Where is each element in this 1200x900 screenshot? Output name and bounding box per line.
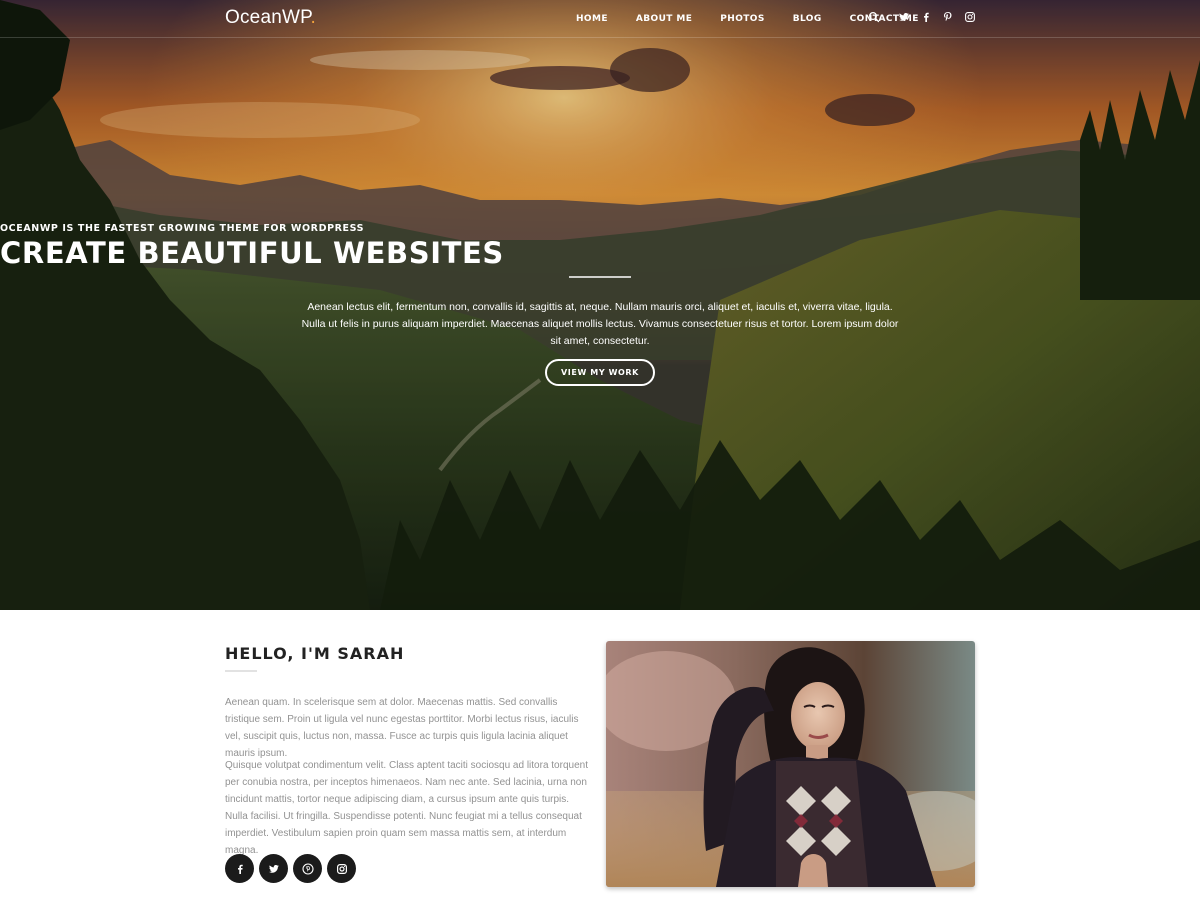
- twitter-icon[interactable]: [898, 11, 910, 23]
- portrait-image: [606, 641, 975, 887]
- view-my-work-button[interactable]: VIEW MY WORK: [545, 359, 655, 386]
- header-icon-group: [868, 11, 986, 23]
- top-navigation: OceanWP. HOME ABOUT ME PHOTOS BLOG CONTA…: [0, 0, 1200, 38]
- pinterest-icon[interactable]: [942, 11, 954, 23]
- site-logo[interactable]: OceanWP.: [225, 7, 316, 29]
- nav-home[interactable]: HOME: [576, 14, 608, 24]
- facebook-icon: [237, 864, 243, 874]
- twitter-icon: [268, 864, 279, 873]
- hero-section: OceanWP. HOME ABOUT ME PHOTOS BLOG CONTA…: [0, 0, 1200, 610]
- facebook-icon[interactable]: [920, 11, 932, 23]
- search-icon[interactable]: [868, 11, 880, 23]
- nav-photos[interactable]: PHOTOS: [720, 14, 764, 24]
- instagram-button[interactable]: [327, 854, 356, 883]
- hero-description: Aenean lectus elit, fermentum non, conva…: [301, 301, 899, 347]
- logo-text: OceanWP: [225, 7, 311, 28]
- facebook-button[interactable]: [225, 854, 254, 883]
- about-paragraph-2: Quisque volutpat condimentum velit. Clas…: [225, 760, 588, 856]
- instagram-icon[interactable]: [964, 11, 976, 23]
- twitter-button[interactable]: [259, 854, 288, 883]
- about-social-links: [225, 854, 361, 883]
- pinterest-icon: [301, 862, 314, 875]
- hero-title: CREATE BEAUTIFUL WEBSITES: [0, 236, 504, 270]
- nav-about-me[interactable]: ABOUT ME: [636, 14, 692, 24]
- about-title: HELLO, I'M SARAH: [225, 644, 405, 663]
- pinterest-button[interactable]: [293, 854, 322, 883]
- about-divider: [225, 670, 257, 672]
- portrait-photo: [606, 641, 975, 887]
- instagram-icon: [336, 863, 347, 874]
- logo-dot: .: [310, 7, 317, 28]
- nav-blog[interactable]: BLOG: [793, 14, 822, 24]
- hero-divider: [569, 276, 631, 278]
- hero-kicker: OCEANWP IS THE FASTEST GROWING THEME FOR…: [0, 223, 365, 234]
- about-paragraph-1: Aenean quam. In scelerisque sem at dolor…: [225, 697, 579, 759]
